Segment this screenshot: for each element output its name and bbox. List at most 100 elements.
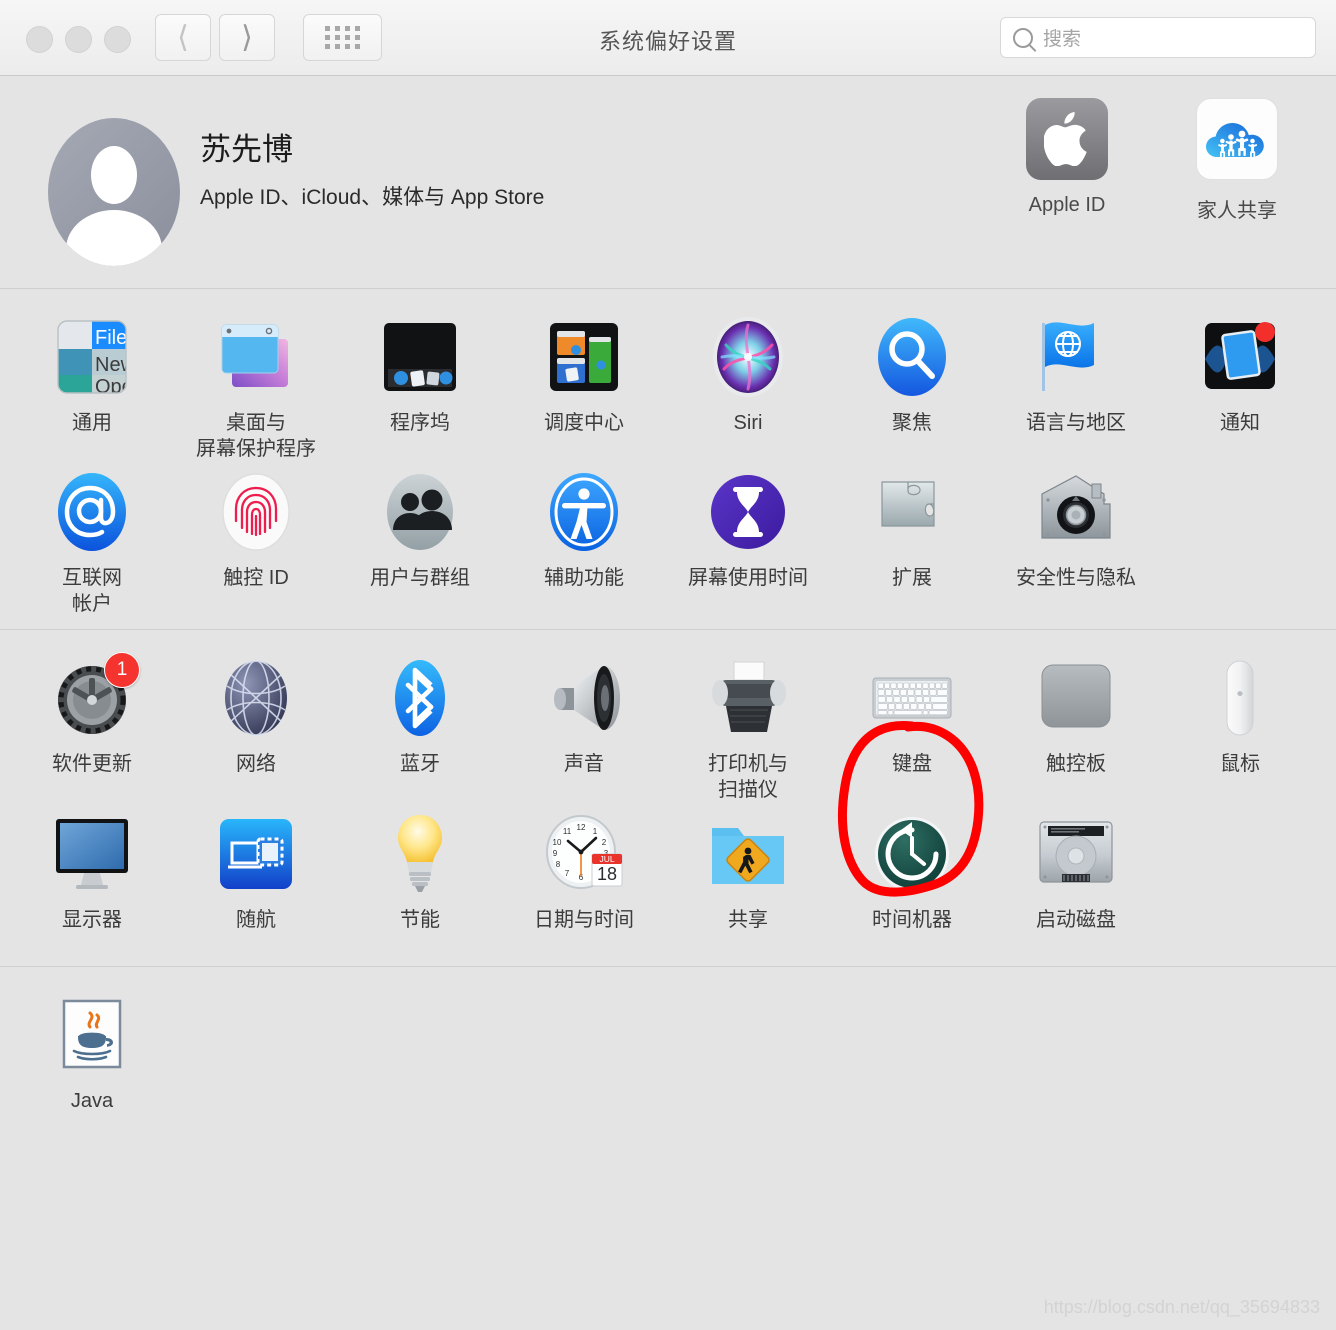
pref-pane-date-time[interactable]: 1212 345 678 91011 JU [502,804,666,954]
pref-pane-mission-control[interactable]: 调度中心 [502,307,666,462]
startup-disk-icon [994,812,1158,896]
sidecar-icon [174,812,338,896]
pref-pane-label: 家人共享 [1197,200,1277,222]
pref-pane-internet-accounts[interactable]: 互联网 帐户 [10,462,174,617]
pref-pane-desktop-screensaver[interactable]: 桌面与 屏幕保护程序 [174,307,338,462]
system-preferences-window: ⟨ ⟩ 系统偏好设置 搜索 苏先博 Apple ID、iCloud、媒体与 Ap… [0,0,1336,1330]
pref-pane-family-sharing[interactable]: 家人共享 [1172,98,1302,223]
pref-pane-printers-scanners[interactable]: 打印机与 扫描仪 [666,648,830,803]
svg-text:2: 2 [602,838,607,847]
pref-pane-displays[interactable]: 显示器 [10,804,174,954]
pref-pane-spotlight[interactable]: 聚焦 [830,307,994,462]
svg-text:7: 7 [565,869,570,878]
pref-pane-label: 启动磁盘 [1036,908,1116,931]
pref-pane-energy-saver[interactable]: 节能 [338,804,502,954]
pref-pane-label: 日期与时间 [534,908,634,931]
account-text: 苏先博 Apple ID、iCloud、媒体与 App Store [200,124,544,211]
account-tiles: Apple ID 家人共享 [1002,98,1302,223]
energy-saver-bulb-icon [338,812,502,896]
displays-icon [10,812,174,896]
preferences-section-hardware: 1 软件更新 网络 蓝牙 声音 打印机与 扫描仪 键盘 触控板 鼠标 显示器 随… [0,630,1336,967]
pref-pane-java[interactable]: Java [10,985,174,1135]
account-subtitle: Apple ID、iCloud、媒体与 App Store [200,186,545,209]
pref-pane-bluetooth[interactable]: 蓝牙 [338,648,502,803]
pref-pane-startup-disk[interactable]: 启动磁盘 [994,804,1158,954]
pref-pane-users-groups[interactable]: 用户与群组 [338,462,502,617]
pref-pane-time-machine[interactable]: 时间机器 [830,804,994,954]
bluetooth-icon [338,656,502,740]
pref-pane-label: 聚焦 [892,412,932,434]
time-machine-icon [830,812,994,896]
pref-pane-language-region[interactable]: 语言与地区 [994,307,1158,462]
svg-text:11: 11 [563,827,572,836]
calendar-day-label: 18 [597,864,617,884]
svg-text:9: 9 [553,849,558,858]
pref-pane-label: 触控板 [1046,753,1106,776]
spotlight-icon [830,315,994,399]
pref-pane-security-privacy[interactable]: 安全性与隐私 [994,462,1158,617]
preference-grid: 1 软件更新 网络 蓝牙 声音 打印机与 扫描仪 键盘 触控板 鼠标 显示器 随… [0,648,1336,953]
svg-text:File: File [95,327,127,349]
family-sharing-cloud-icon [1196,98,1278,180]
svg-text:12: 12 [577,823,586,832]
pref-pane-label: 桌面与 屏幕保护程序 [196,412,316,460]
svg-text:Ope: Ope [95,376,133,398]
pref-pane-label: Java [70,1089,114,1112]
pref-pane-label: 用户与群组 [370,567,470,590]
update-badge: 1 [104,652,140,689]
pref-pane-sharing[interactable]: 共享 [666,804,830,954]
pref-pane-label: 触控 ID [223,567,289,590]
pref-pane-label: 节能 [400,908,440,931]
svg-text:1: 1 [593,827,598,836]
pref-pane-extensions[interactable]: 扩展 [830,462,994,617]
pref-pane-general[interactable]: File New Ope 通用 [10,307,174,462]
titlebar: ⟨ ⟩ 系统偏好设置 搜索 [0,0,1336,76]
preference-grid: Java [0,985,1336,1135]
pref-pane-mouse[interactable]: 鼠标 [1158,648,1322,803]
svg-text:8: 8 [556,860,561,869]
search-icon [1013,27,1033,48]
security-privacy-house-icon [994,470,1158,554]
pref-pane-notifications[interactable]: 通知 [1158,307,1322,462]
avatar [48,118,180,266]
pref-pane-label: 程序坞 [390,412,450,434]
pref-pane-keyboard[interactable]: 键盘 [830,648,994,803]
preferences-section-personal: File New Ope 通用 桌面与 屏幕保护程序 程序坞 调度中心 Siri… [0,289,1336,631]
svg-text:10: 10 [553,838,562,847]
search-field[interactable]: 搜索 [1000,17,1316,58]
network-globe-icon [174,656,338,740]
pref-pane-label: 声音 [564,753,604,776]
pref-pane-accessibility[interactable]: 辅助功能 [502,462,666,617]
pref-pane-label: 互联网 帐户 [62,567,122,615]
pref-pane-siri[interactable]: Siri [666,307,830,462]
pref-pane-label: 扩展 [892,567,932,590]
trackpad-icon [994,656,1158,740]
apple-logo-icon [1026,98,1108,180]
pref-pane-touch-id[interactable]: 触控 ID [174,462,338,617]
pref-pane-label: 安全性与隐私 [1016,567,1136,590]
sound-speaker-icon [502,656,666,740]
pref-pane-apple-id[interactable]: Apple ID [1002,98,1132,223]
pref-pane-network[interactable]: 网络 [174,648,338,803]
pref-pane-label: 鼠标 [1220,753,1260,776]
internet-accounts-at-icon [10,470,174,554]
mission-control-icon [502,315,666,399]
pref-pane-label: 蓝牙 [400,753,440,776]
pref-pane-software-update[interactable]: 1 软件更新 [10,648,174,803]
pref-pane-sidecar[interactable]: 随航 [174,804,338,954]
pref-pane-screen-time[interactable]: 屏幕使用时间 [666,462,830,617]
pref-pane-label: 显示器 [62,908,122,931]
extensions-puzzle-icon [830,470,994,554]
pref-pane-trackpad[interactable]: 触控板 [994,648,1158,803]
keyboard-icon [830,656,994,740]
pref-pane-label: 语言与地区 [1026,412,1126,434]
pref-pane-label: 网络 [236,753,276,776]
pref-pane-label: 打印机与 扫描仪 [708,753,788,801]
apple-id-header[interactable]: 苏先博 Apple ID、iCloud、媒体与 App Store Apple … [0,76,1336,289]
pref-pane-sound[interactable]: 声音 [502,648,666,803]
sharing-folder-icon [666,812,830,896]
pref-pane-label: 调度中心 [544,412,624,434]
pref-pane-label: 时间机器 [872,908,952,931]
pref-pane-dock[interactable]: 程序坞 [338,307,502,462]
notifications-icon [1158,315,1322,399]
